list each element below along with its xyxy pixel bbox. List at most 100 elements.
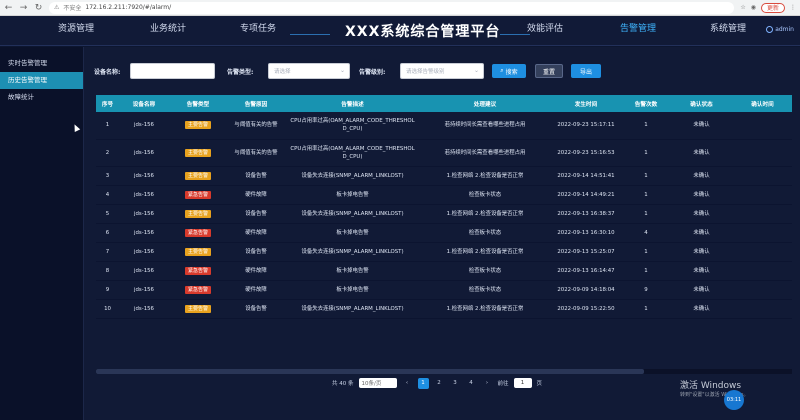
address-bar[interactable]: ⚠ 不安全 172.16.2.211:7920/#/alarm/	[49, 1, 735, 14]
alarm-type-cell: 紧急告警	[169, 223, 227, 242]
occur-time-cell: 2022-09-13 16:38:37	[557, 210, 615, 217]
occur-time-cell: 2022-09-09 15:22:50	[557, 305, 615, 312]
profile-icon[interactable]: ◉	[751, 4, 756, 11]
alarm-type-cell: 主要告警	[169, 139, 227, 166]
occur-time-cell: 2022-09-13 15:25:07	[557, 248, 615, 255]
table-row[interactable]: 4 jds-156 紧急告警 硬件故障 板卡掉电告警 检查板卡状态 2022-09-14 1…	[96, 185, 792, 204]
advice-cell: 若持续时间长需查看哪些进程占用	[444, 149, 526, 156]
menu-icon[interactable]: ⋮	[790, 4, 796, 11]
nav-efficiency[interactable]: 效能评估	[527, 21, 563, 34]
page-4[interactable]: 4	[466, 378, 477, 389]
device-name-input[interactable]	[130, 63, 215, 79]
alarm-level-select[interactable]: 请选择告警级别 ⌄	[400, 63, 484, 79]
column-header: 确认状态	[690, 101, 713, 108]
confirm-status-cell: 未确认	[693, 210, 710, 217]
alarm-type-cell: 主要告警	[169, 204, 227, 223]
alarm-reason-cell: 硬件故障	[245, 286, 267, 293]
alarm-reason-cell: 与阈值有关的告警	[234, 122, 278, 129]
total-count: 共 40 条	[332, 381, 354, 387]
page-size-select[interactable]: 10条/页	[358, 378, 397, 388]
forward-icon[interactable]: →	[19, 3, 28, 13]
alarm-description-cell: 板卡掉电告警	[336, 191, 369, 198]
sidebar-item-fault-stats[interactable]: 故障统计	[0, 89, 83, 106]
row-number: 6	[105, 229, 110, 236]
alarm-reason-cell: 设备告警	[245, 172, 267, 179]
device-name-cell: jds-156	[134, 172, 154, 179]
header-deco-right	[500, 34, 530, 35]
table-row[interactable]: 1 jds-156 主要告警 与阈值有关的告警 CPU占用率过高(OAM_ALARM_C…	[96, 112, 792, 139]
device-name-cell: jds-156	[134, 305, 154, 312]
table-row[interactable]: 10 jds-156 主要告警 设备告警 设备失去连接(SNMP_ALARM_LINKL…	[96, 299, 792, 318]
url-text: 172.16.2.211:7920/#/alarm/	[85, 4, 172, 11]
alarm-count-cell: 1	[644, 149, 648, 156]
page-2[interactable]: 2	[434, 378, 445, 389]
advice-cell: 检查板卡状态	[468, 229, 502, 236]
user-name: admin	[775, 26, 794, 33]
row-number: 7	[105, 248, 110, 255]
update-button[interactable]: 更新	[760, 2, 785, 13]
reset-button[interactable]: 重置	[535, 64, 563, 78]
page-3[interactable]: 3	[450, 378, 461, 389]
alarm-level-badge: 紧急告警	[184, 266, 211, 275]
table-row[interactable]: 5 jds-156 主要告警 设备告警 设备失去连接(SNMP_ALARM_LINKLO…	[96, 204, 792, 223]
alarm-type-cell: 主要告警	[169, 299, 227, 318]
prev-page-icon[interactable]: ‹	[402, 378, 413, 389]
back-icon[interactable]: ←	[4, 3, 13, 13]
page-size-value: 10条/页	[361, 381, 382, 387]
nav-resource[interactable]: 资源管理	[58, 21, 94, 34]
nav-business-stats[interactable]: 业务统计	[150, 21, 186, 34]
confirm-status-cell: 未确认	[693, 267, 710, 274]
table-row[interactable]: 6 jds-156 紧急告警 硬件故障 板卡掉电告警 检查板卡状态 2022-09-13 1…	[96, 223, 792, 242]
sidebar-item-realtime-alarm[interactable]: 实时告警管理	[0, 55, 83, 72]
row-number: 9	[105, 286, 110, 293]
table-row[interactable]: 7 jds-156 主要告警 设备告警 设备失去连接(SNMP_ALARM_LINKLO…	[96, 242, 792, 261]
confirm-time-cell	[733, 280, 792, 299]
page-1[interactable]: 1	[417, 377, 429, 389]
nav-system-management[interactable]: 系统管理	[710, 21, 746, 34]
alarm-type-select[interactable]: 请选择 ⌄	[268, 63, 350, 79]
advice-cell: 检查板卡状态	[468, 267, 502, 274]
recorder-timer[interactable]: 03:11	[724, 390, 744, 410]
alarm-count-cell: 1	[644, 191, 648, 198]
nav-alarm-management[interactable]: 告警管理	[620, 21, 656, 34]
confirm-status-cell: 未确认	[693, 149, 710, 156]
alarm-type-cell: 主要告警	[169, 112, 227, 139]
scrollbar-thumb[interactable]	[96, 369, 644, 374]
alarm-level-badge: 主要告警	[184, 171, 211, 180]
confirm-time-cell	[733, 166, 792, 185]
table-row[interactable]: 3 jds-156 主要告警 设备告警 设备失去连接(SNMP_ALARM_LINKLO…	[96, 166, 792, 185]
alarm-reason-cell: 硬件故障	[245, 191, 267, 198]
reload-icon[interactable]: ↻	[34, 3, 43, 13]
user-menu[interactable]: admin	[766, 26, 794, 33]
header-deco-left	[290, 34, 330, 35]
alarm-count-cell: 1	[644, 210, 648, 217]
confirm-status-cell: 未确认	[693, 172, 710, 179]
alarm-type-cell: 紧急告警	[169, 280, 227, 299]
table-row[interactable]: 8 jds-156 紧急告警 硬件故障 板卡掉电告警 检查板卡状态 2022-09-13 1…	[96, 261, 792, 280]
browser-toolbar: ← → ↻ ⚠ 不安全 172.16.2.211:7920/#/alarm/ ☆…	[0, 0, 800, 16]
table-row[interactable]: 2 jds-156 主要告警 与阈值有关的告警 CPU占用率过高(OAM_ALARM_C…	[96, 139, 792, 166]
next-page-icon[interactable]: ›	[482, 378, 493, 389]
pagination: 共 40 条 10条/页 ‹ 1 2 3 4 › 前往 1 页	[332, 377, 542, 389]
goto-page-input[interactable]: 1	[513, 378, 532, 388]
table-row[interactable]: 9 jds-156 紧急告警 硬件故障 板卡掉电告警 检查板卡状态 2022-09-09 1…	[96, 280, 792, 299]
export-button[interactable]: 导出	[571, 64, 601, 78]
horizontal-scrollbar[interactable]	[96, 369, 792, 374]
sidebar-item-history-alarm[interactable]: 历史告警管理	[0, 72, 83, 89]
table-header: 序号 设备名称 告警类型 告警原因 告警描述 处理建议 发生时间 告警次数 确认状态 确认时间	[96, 95, 792, 112]
insecure-label: 不安全	[63, 5, 82, 12]
device-name-cell: jds-156	[134, 191, 154, 198]
alarm-count-cell: 1	[644, 122, 648, 129]
star-icon[interactable]: ☆	[740, 4, 745, 11]
alarm-level-badge: 主要告警	[184, 247, 211, 256]
nav-special-tasks[interactable]: 专项任务	[240, 21, 276, 34]
row-number: 1	[105, 122, 110, 129]
column-header: 设备名称	[132, 101, 156, 108]
search-button[interactable]: ⌕ 搜索	[492, 64, 526, 78]
confirm-status-cell: 未确认	[693, 286, 710, 293]
confirm-time-cell	[733, 185, 792, 204]
alarm-count-cell: 1	[644, 248, 648, 255]
goto-label: 前往	[497, 381, 509, 387]
device-name-cell: jds-156	[134, 248, 154, 255]
alarm-count-cell: 1	[644, 172, 648, 179]
